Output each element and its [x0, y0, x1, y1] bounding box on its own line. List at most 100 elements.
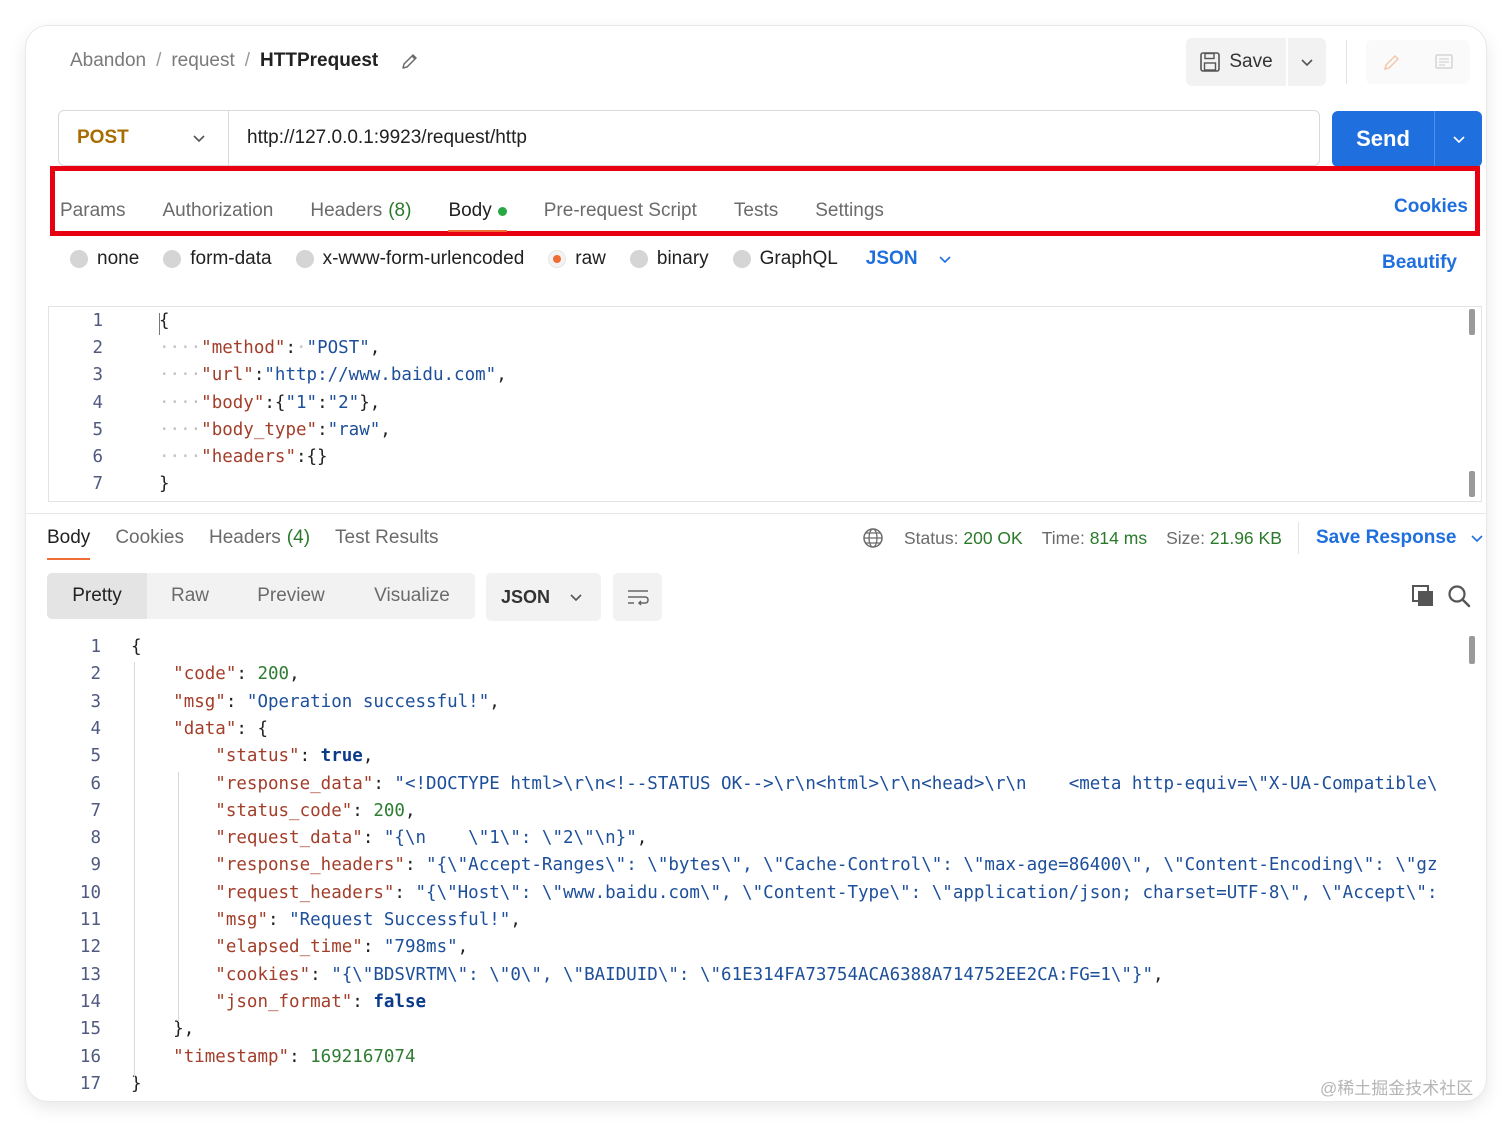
breadcrumb-workspace[interactable]: Abandon [70, 50, 146, 72]
size-value[interactable]: 21.96 KB [1210, 528, 1282, 548]
save-response-button[interactable]: Save Response [1316, 524, 1484, 552]
radio-form-data[interactable]: form-data [163, 248, 272, 270]
tab-label: Tests [733, 200, 779, 221]
code-token: : [299, 746, 321, 767]
code-line: { [131, 637, 142, 657]
send-button[interactable]: Send [1332, 111, 1434, 167]
code-token: { [131, 637, 142, 657]
code-token: "json_format" [215, 991, 353, 1012]
editor-scrollbar[interactable] [1469, 309, 1475, 335]
tab-settings[interactable]: Settings [815, 194, 884, 228]
breadcrumb-request-name[interactable]: HTTPrequest [260, 50, 378, 72]
search-icon[interactable] [1446, 583, 1472, 609]
code-token: "raw" [327, 419, 381, 440]
line-number: 10 [79, 882, 101, 903]
view-pretty[interactable]: Pretty [47, 573, 147, 619]
send-options-dropdown[interactable] [1434, 111, 1482, 167]
copy-icon[interactable] [1410, 583, 1436, 609]
method-label: POST [77, 127, 129, 148]
code-line: ····"body":{"1":"2"}, [159, 393, 380, 413]
line-number: 4 [92, 392, 103, 413]
code-token: "Operation successful!" [246, 691, 490, 712]
line-number: 9 [90, 855, 101, 876]
radio-circle-selected [548, 250, 567, 268]
radio-none[interactable]: none [70, 248, 139, 270]
tab-params[interactable]: Params [60, 194, 125, 228]
tab-authorization[interactable]: Authorization [162, 194, 273, 228]
comment-icon[interactable] [1433, 51, 1455, 73]
code-token: : [362, 937, 384, 958]
view-visualize[interactable]: Visualize [349, 573, 475, 619]
body-format-select[interactable]: JSON [866, 248, 952, 270]
url-input[interactable]: http://127.0.0.1:9923/request/http [229, 127, 527, 149]
postman-window: Abandon / request / HTTPrequest Save POS… [26, 26, 1486, 1101]
view-raw[interactable]: Raw [147, 573, 233, 619]
code-line: } [159, 474, 170, 494]
editor-scrollbar-thumb[interactable] [1469, 471, 1475, 497]
response-scrollbar[interactable] [1469, 636, 1475, 664]
radio-graphql[interactable]: GraphQL [732, 248, 838, 270]
code-token: : [225, 691, 247, 712]
cookies-link[interactable]: Cookies [1394, 196, 1468, 218]
response-tab-cookies[interactable]: Cookies [115, 524, 184, 552]
breadcrumb: Abandon / request / HTTPrequest [70, 50, 420, 72]
response-tab-headers[interactable]: Headers (4) [209, 524, 310, 552]
pencil-icon[interactable] [400, 51, 420, 71]
code-token: , [489, 691, 500, 712]
tab-body[interactable]: Body [448, 194, 508, 232]
chevron-down-icon [938, 256, 951, 264]
edit-icon[interactable] [1381, 51, 1403, 73]
chevron-down-icon [570, 594, 582, 602]
line-number: 13 [79, 964, 101, 985]
code-token: : [236, 664, 258, 685]
method-select[interactable]: POST [59, 111, 229, 165]
tab-tests[interactable]: Tests [734, 194, 778, 228]
time-value[interactable]: 814 ms [1090, 528, 1147, 548]
code-line: "status_code": 200, [131, 801, 415, 821]
tab-pre-request-script[interactable]: Pre-request Script [544, 194, 697, 228]
status-label: Status: [904, 527, 959, 548]
code-token: 200 [257, 664, 290, 685]
status-divider [1298, 522, 1299, 554]
radio-x-www-form-urlencoded[interactable]: x-www-form-urlencoded [295, 248, 524, 270]
pane-divider[interactable] [26, 513, 1486, 514]
response-body-viewer[interactable]: 1 2 3 4 5 6 7 8 9 10 11 12 13 14 15 16 17{ "code": 200, … [26, 626, 1486, 1101]
radio-raw[interactable]: raw [548, 248, 606, 270]
beautify-link[interactable]: Beautify [1382, 252, 1457, 274]
code-token: : [310, 964, 332, 985]
wrap-lines-button[interactable] [613, 573, 662, 621]
save-options-dropdown[interactable] [1288, 38, 1326, 86]
response-tab-test-results[interactable]: Test Results [335, 524, 438, 552]
code-token: ···· [159, 338, 202, 359]
body-indicator-dot [497, 206, 507, 216]
body-format-label: JSON [865, 248, 918, 269]
view-preview[interactable]: Preview [233, 573, 349, 619]
code-token: "{\"Host\": \"www.baidu.com\", \"Content… [415, 882, 1438, 903]
view-label: Pretty [72, 585, 122, 606]
tab-label: Test Results [335, 527, 439, 548]
radio-binary[interactable]: binary [629, 248, 709, 270]
code-token: : [285, 338, 296, 359]
line-number: 3 [90, 691, 101, 712]
code-token: "response_headers" [215, 855, 405, 876]
time-label: Time: [1041, 527, 1085, 548]
response-format-select[interactable]: JSON [486, 573, 601, 621]
tab-label: Body [448, 200, 492, 221]
globe-icon[interactable] [862, 527, 884, 549]
breadcrumb-collection[interactable]: request [171, 50, 234, 72]
code-token: : { [236, 718, 268, 739]
response-tab-body[interactable]: Body [47, 524, 91, 560]
tab-label: Authorization [162, 200, 274, 221]
code-line: "msg": "Operation successful!", [131, 692, 500, 712]
line-number: 7 [92, 474, 103, 495]
wrap-lines-icon [627, 590, 649, 606]
tab-headers[interactable]: Headers (8) [310, 194, 411, 228]
request-body-editor[interactable]: 1 2 3 4 5 6 7{····"method":·"POST", ····"url":"… [48, 306, 1482, 502]
status-value[interactable]: 200 OK [963, 528, 1022, 548]
code-token: "msg" [173, 691, 226, 712]
code-token: "url" [201, 365, 254, 386]
line-number: 5 [92, 419, 103, 440]
save-button[interactable]: Save [1186, 38, 1288, 86]
